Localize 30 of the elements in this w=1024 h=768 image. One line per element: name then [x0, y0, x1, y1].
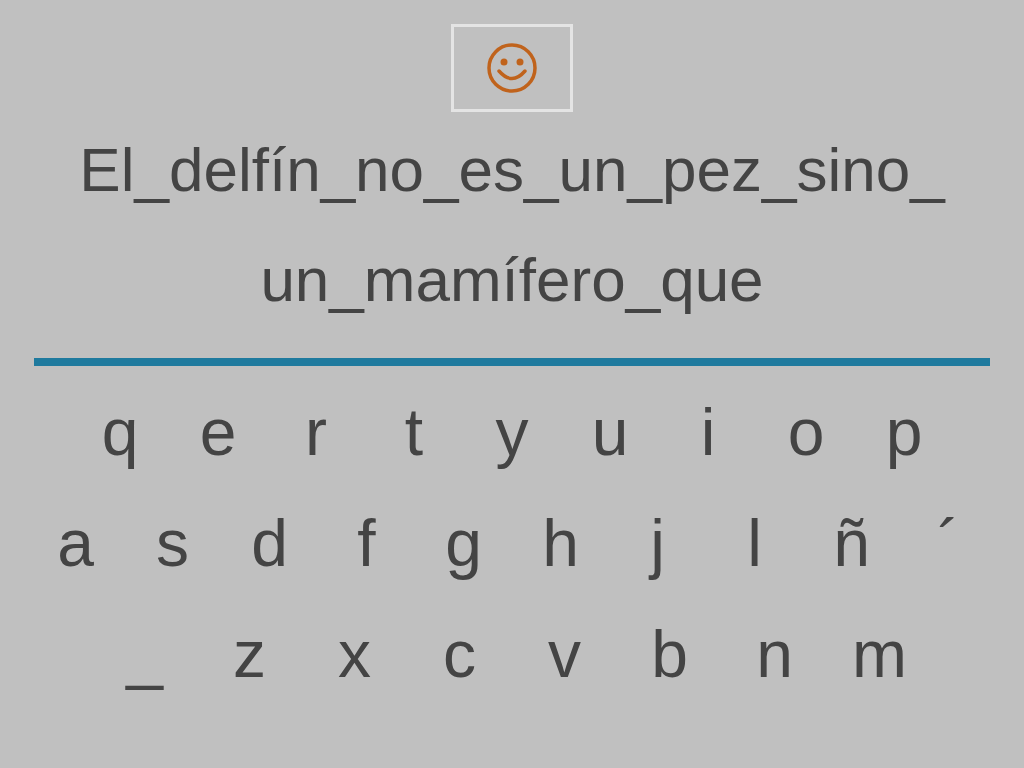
letter-key[interactable]: ´: [900, 502, 997, 583]
sentence-text: un_mamífero_que: [260, 244, 764, 316]
letter-key[interactable]: b: [617, 613, 722, 694]
letter-key[interactable]: h: [512, 502, 609, 583]
letter-key[interactable]: p: [855, 391, 953, 472]
letter-key[interactable]: _: [92, 613, 197, 694]
letter-key[interactable]: i: [659, 391, 757, 472]
letter-key[interactable]: e: [169, 391, 267, 472]
letter-key[interactable]: a: [27, 502, 124, 583]
letter-key[interactable]: f: [318, 502, 415, 583]
letter-key[interactable]: o: [757, 391, 855, 472]
letter-key[interactable]: u: [561, 391, 659, 472]
letter-key[interactable]: g: [415, 502, 512, 583]
letter-key[interactable]: n: [722, 613, 827, 694]
letter-key[interactable]: m: [827, 613, 932, 694]
letter-key[interactable]: j: [609, 502, 706, 583]
letter-key[interactable]: y: [463, 391, 561, 472]
letter-key[interactable]: c: [407, 613, 512, 694]
letter-key[interactable]: ñ: [803, 502, 900, 583]
letter-key[interactable]: s: [124, 502, 221, 583]
letter-key[interactable]: l: [706, 502, 803, 583]
smiley-icon: [486, 42, 538, 94]
letter-key[interactable]: r: [267, 391, 365, 472]
letter-key[interactable]: x: [302, 613, 407, 694]
letter-key[interactable]: t: [365, 391, 463, 472]
letter-key[interactable]: v: [512, 613, 617, 694]
letter-key[interactable]: z: [197, 613, 302, 694]
letter-key[interactable]: d: [221, 502, 318, 583]
letter-key[interactable]: q: [71, 391, 169, 472]
sentence-text: El_delfín_no_es_un_pez_sino_: [79, 134, 945, 206]
